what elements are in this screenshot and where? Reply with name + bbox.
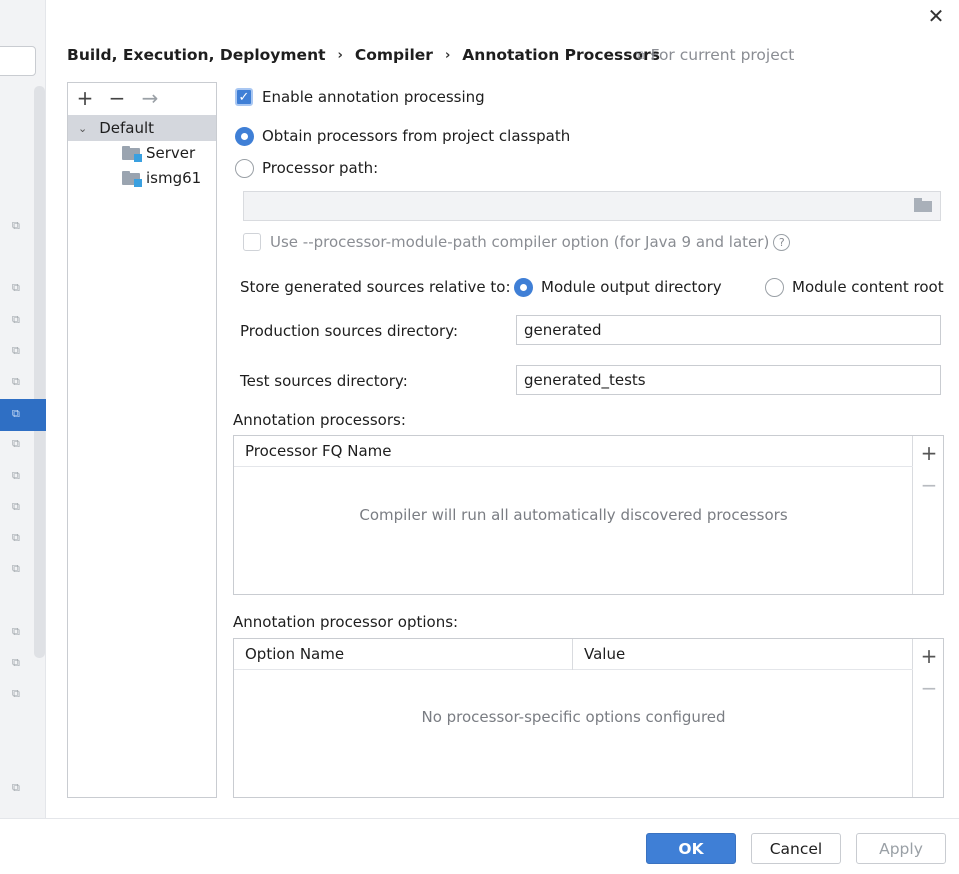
copy-icon: ⧉ <box>12 375 20 388</box>
module-tree-panel: + − → ⌄ Default Server ismg61 <box>67 82 217 798</box>
annotation-processors-title: Annotation processors: <box>233 411 406 429</box>
settings-search-input[interactable] <box>0 46 36 76</box>
apply-button[interactable]: Apply <box>856 833 946 864</box>
settings-nav-strip: ⧉ ⧉ ⧉ ⧉ ⧉ ⧉ ⧉ ⧉ ⧉ ⧉ ⧉ ⧉ ⧉ ⧉ ⧉ <box>0 0 46 818</box>
scope-label: For current project <box>650 46 795 64</box>
processor-options-table: Option Name Value No processor-specific … <box>233 638 944 798</box>
processors-table-body: Processor FQ Name Compiler will run all … <box>234 436 913 594</box>
chevron-right-icon: › <box>444 47 451 63</box>
annotation-processors-table: Processor FQ Name Compiler will run all … <box>233 435 944 595</box>
tree-node-label: Default <box>99 119 155 137</box>
radio-unselected-icon[interactable] <box>235 158 254 178</box>
tree-node-default[interactable]: ⌄ Default <box>68 115 216 141</box>
table-header: Processor FQ Name <box>234 436 913 467</box>
breadcrumb: Build, Execution, Deployment › Compiler … <box>67 44 660 66</box>
processor-path-label: Processor path: <box>262 159 379 177</box>
add-processor-button[interactable]: + <box>920 443 938 463</box>
radio-selected-icon[interactable] <box>514 277 533 297</box>
obtain-from-classpath-radio[interactable]: Obtain processors from project classpath <box>235 125 570 147</box>
copy-icon: ⧉ <box>12 281 20 294</box>
table-header: Option Name Value <box>234 638 913 670</box>
copy-icon: ⧉ <box>12 531 20 544</box>
copy-icon: ⧉ <box>636 47 645 62</box>
tree-node-label: ismg61 <box>146 169 202 187</box>
production-dir-label: Production sources directory: <box>240 320 458 342</box>
production-dir-value: generated <box>524 321 602 339</box>
module-path-option-checkbox[interactable]: Use --processor-module-path compiler opt… <box>243 231 791 253</box>
production-dir-text: Production sources directory: <box>240 322 459 340</box>
chevron-right-icon: › <box>337 47 343 63</box>
copy-icon: ⧉ <box>12 625 20 638</box>
move-to-icon[interactable]: → <box>139 87 161 109</box>
copy-icon: ⧉ <box>12 781 20 794</box>
test-dir-value: generated_tests <box>524 371 646 389</box>
enable-processing-checkbox[interactable]: ✓ Enable annotation processing <box>235 86 485 108</box>
column-option-name[interactable]: Option Name <box>234 638 573 670</box>
column-processor-fq-name[interactable]: Processor FQ Name <box>234 436 913 467</box>
obtain-from-classpath-label: Obtain processors from project classpath <box>262 127 571 145</box>
browse-folder-icon[interactable] <box>914 198 932 212</box>
tree-toolbar: + − → <box>68 83 216 113</box>
add-option-button[interactable]: + <box>920 646 938 666</box>
processor-options-title: Annotation processor options: <box>233 613 459 631</box>
options-table-body: Option Name Value No processor-specific … <box>234 638 913 797</box>
copy-icon: ⧉ <box>12 407 20 420</box>
checkbox-unchecked-icon[interactable] <box>243 233 261 251</box>
radio-unselected-icon[interactable] <box>765 277 784 297</box>
nav-scrollbar[interactable] <box>34 86 45 658</box>
remove-profile-button[interactable]: − <box>106 87 128 109</box>
copy-icon: ⧉ <box>12 562 20 575</box>
store-relative-text: Store generated sources relative to: <box>240 278 511 296</box>
copy-icon: ⧉ <box>12 219 20 232</box>
copy-icon: ⧉ <box>12 313 20 326</box>
test-dir-input[interactable]: generated_tests <box>516 365 941 395</box>
module-folder-icon <box>122 171 142 187</box>
column-value[interactable]: Value <box>573 639 913 670</box>
tree-node-module[interactable]: Server <box>122 141 195 165</box>
remove-option-button[interactable]: − <box>920 678 938 698</box>
enable-processing-label: Enable annotation processing <box>262 88 485 106</box>
breadcrumb-item-build[interactable]: Build, Execution, Deployment <box>67 46 326 64</box>
module-output-directory-label: Module output directory <box>541 278 722 296</box>
breadcrumb-item-annotation-processors: Annotation Processors <box>462 46 661 64</box>
cancel-button[interactable]: Cancel <box>751 833 841 864</box>
chevron-down-icon[interactable]: ⌄ <box>78 122 87 135</box>
test-dir-text: Test sources directory: <box>240 372 408 390</box>
copy-icon: ⧉ <box>12 687 20 700</box>
help-icon[interactable]: ? <box>773 233 791 251</box>
test-dir-label: Test sources directory: <box>240 370 408 392</box>
module-content-root-label: Module content root <box>792 278 944 296</box>
tree-node-label: Server <box>146 144 196 162</box>
processor-path-input[interactable] <box>243 191 941 221</box>
tree-node-module[interactable]: ismg61 <box>122 166 201 190</box>
ok-button[interactable]: OK <box>646 833 736 864</box>
breadcrumb-item-compiler[interactable]: Compiler <box>355 46 433 64</box>
close-icon[interactable]: ✕ <box>926 6 946 26</box>
store-relative-label: Store generated sources relative to: <box>240 276 511 298</box>
copy-icon: ⧉ <box>12 437 20 450</box>
module-path-option-label: Use --processor-module-path compiler opt… <box>270 233 770 251</box>
copy-icon: ⧉ <box>12 500 20 513</box>
processors-empty-text: Compiler will run all automatically disc… <box>359 506 788 524</box>
copy-icon: ⧉ <box>12 656 20 669</box>
copy-icon: ⧉ <box>12 469 20 482</box>
options-empty-text: No processor-specific options configured <box>421 708 726 726</box>
radio-selected-icon[interactable] <box>235 126 254 146</box>
processor-path-radio[interactable]: Processor path: <box>235 157 378 179</box>
checkmark-icon[interactable]: ✓ <box>235 88 253 106</box>
module-output-directory-radio[interactable]: Module output directory <box>514 276 722 298</box>
remove-processor-button[interactable]: − <box>920 475 938 495</box>
module-folder-icon <box>122 146 142 162</box>
scope-indicator: ⧉ For current project <box>636 44 794 66</box>
copy-icon: ⧉ <box>12 344 20 357</box>
module-content-root-radio[interactable]: Module content root <box>765 276 944 298</box>
add-profile-button[interactable]: + <box>74 87 96 109</box>
production-dir-input[interactable]: generated <box>516 315 941 345</box>
